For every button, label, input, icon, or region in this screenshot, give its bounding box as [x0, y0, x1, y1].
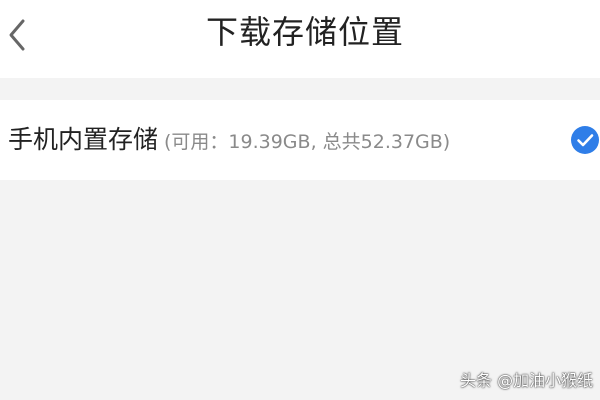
storage-option-name: 手机内置存储: [8, 125, 159, 154]
app-header: 下载存储位置: [0, 0, 600, 78]
storage-option-capacity: (可用：19.39GB, 总共52.37GB): [164, 131, 451, 153]
watermark: 头条 @加油小猴纸: [460, 371, 594, 390]
check-circle-icon: [571, 126, 599, 154]
page-title: 下载存储位置: [205, 13, 404, 51]
storage-option-internal[interactable]: 手机内置存储 (可用：19.39GB, 总共52.37GB): [0, 100, 600, 180]
